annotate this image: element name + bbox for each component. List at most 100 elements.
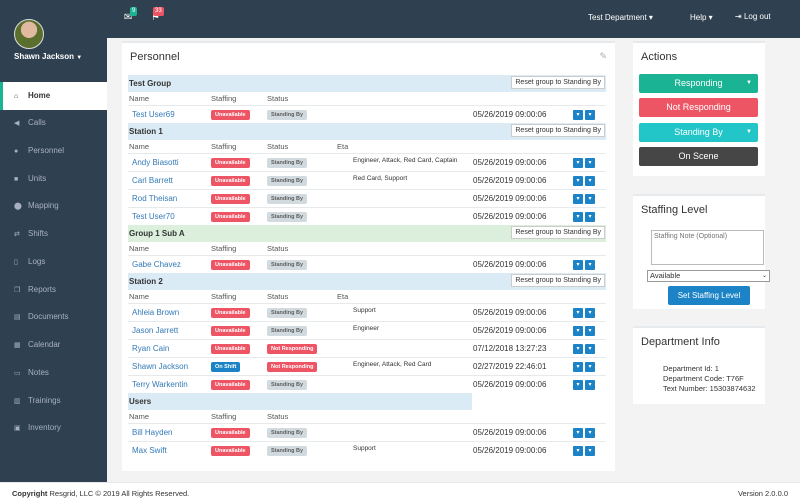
sidebar-item-personnel[interactable]: ● Personnel — [0, 137, 107, 165]
reset-group-button[interactable]: Reset group to Standing By — [511, 124, 605, 137]
staffing-dropdown-button[interactable]: ▾ — [573, 211, 583, 222]
staffing-dropdown-button[interactable]: ▾ — [573, 157, 583, 168]
staffing-dropdown-button[interactable]: ▾ — [573, 361, 583, 372]
standing-by-button[interactable]: Standing By ▼ — [639, 123, 758, 142]
status-time: 07/12/2018 13:27:23 — [473, 343, 547, 353]
sidebar-item-label: Calendar — [28, 340, 61, 349]
person-name-link[interactable]: Jason Jarrett — [132, 326, 178, 335]
sidebar-item-inventory[interactable]: ▣ Inventory — [0, 414, 107, 442]
status-dropdown-button[interactable]: ▾ — [585, 307, 595, 318]
help-menu[interactable]: Help ▾ — [690, 13, 713, 22]
status-dropdown-button[interactable]: ▾ — [585, 325, 595, 336]
column-header-name: Name — [129, 243, 150, 253]
roles-cell — [336, 104, 472, 123]
department-code: Department Code: T76F — [663, 374, 744, 383]
sidebar-item-calendar[interactable]: ▦ Calendar — [0, 331, 107, 359]
reset-group-button[interactable]: Reset group to Standing By — [511, 226, 605, 239]
status-dropdown-button[interactable]: ▾ — [585, 379, 595, 390]
person-name-link[interactable]: Test User69 — [132, 110, 175, 119]
caret-down-icon: ▼ — [746, 80, 752, 86]
group-name: Group 1 Sub A — [129, 229, 185, 238]
reset-group-button[interactable]: Reset group to Standing By — [511, 76, 605, 89]
set-staffing-button[interactable]: Set Staffing Level — [668, 286, 750, 305]
staffing-dropdown-button[interactable]: ▾ — [573, 343, 583, 354]
column-header-staffing: Staffing — [211, 411, 237, 421]
sidebar-item-logs[interactable]: ▯ Logs — [0, 248, 107, 276]
person-name-link[interactable]: Shawn Jackson — [132, 362, 188, 371]
time-cell: 07/12/2018 13:27:23 — [472, 338, 570, 357]
status-dropdown-button[interactable]: ▾ — [585, 343, 595, 354]
sidebar-item-notes[interactable]: ▭ Notes — [0, 359, 107, 387]
person-name-link[interactable]: Ryan Cain — [132, 344, 169, 353]
department-menu[interactable]: Test Department ▾ — [588, 13, 653, 22]
status-dropdown-button[interactable]: ▾ — [585, 427, 595, 438]
status-cell: Standing By — [266, 254, 336, 273]
responding-button[interactable]: Responding ▼ — [639, 74, 758, 93]
person-name-link[interactable]: Terry Warkentin — [132, 380, 188, 389]
staffing-dropdown-button[interactable]: ▾ — [573, 325, 583, 336]
sidebar-item-shifts[interactable]: ⇄ Shifts — [0, 220, 107, 248]
status-dropdown-button[interactable]: ▾ — [585, 259, 595, 270]
staffing-dropdown-button[interactable]: ▾ — [573, 307, 583, 318]
column-header-staffing: Staffing — [211, 291, 237, 301]
person-cell: Rod Theisan — [128, 188, 210, 207]
sidebar-item-home[interactable]: ⌂ Home — [0, 82, 107, 110]
personnel-title: Personnel — [130, 51, 180, 63]
status-dropdown-button[interactable]: ▾ — [585, 211, 595, 222]
department-info-title: Department Info — [641, 336, 720, 348]
status-dropdown-button[interactable]: ▾ — [585, 361, 595, 372]
status-dropdown-button[interactable]: ▾ — [585, 445, 595, 456]
department-text-number: Text Number: 15303874632 — [663, 384, 756, 393]
status-time: 05/26/2019 09:00:06 — [473, 193, 547, 203]
column-header-name: Name — [129, 291, 150, 301]
person-name-link[interactable]: Test User70 — [132, 212, 175, 221]
status-dropdown-button[interactable]: ▾ — [585, 109, 595, 120]
staffing-dropdown-button[interactable]: ▾ — [573, 175, 583, 186]
roles-text: Support — [353, 306, 376, 314]
person-name-link[interactable]: Carl Barrett — [132, 176, 173, 185]
staffing-dropdown-button[interactable]: ▾ — [573, 259, 583, 270]
sidebar-item-units[interactable]: ■ Units — [0, 165, 107, 193]
sidebar-item-documents[interactable]: ▤ Documents — [0, 303, 107, 331]
column-header-staffing: Staffing — [211, 141, 237, 151]
status-badge: Standing By — [267, 259, 308, 270]
user-menu[interactable]: Shawn Jackson ▼ — [14, 52, 82, 61]
actions-cell: ▾ ▾ — [570, 374, 606, 393]
staffing-dropdown-button[interactable]: ▾ — [573, 109, 583, 120]
status-dropdown-button[interactable]: ▾ — [585, 157, 595, 168]
column-header-eta: Eta — [337, 291, 349, 301]
status-badge: Standing By — [267, 211, 308, 222]
reset-group-button[interactable]: Reset group to Standing By — [511, 274, 605, 287]
person-name-link[interactable]: Max Swift — [132, 446, 167, 455]
sidebar-item-reports[interactable]: ❐ Reports — [0, 276, 107, 304]
staffing-note-input[interactable] — [651, 230, 764, 265]
status-cell: Standing By — [266, 440, 336, 459]
staffing-dropdown-button[interactable]: ▾ — [573, 445, 583, 456]
person-name-link[interactable]: Ahleia Brown — [132, 308, 179, 317]
staffing-dropdown-button[interactable]: ▾ — [573, 379, 583, 390]
staffing-dropdown-button[interactable]: ▾ — [573, 427, 583, 438]
status-time: 05/26/2019 09:00:06 — [473, 307, 547, 317]
not-responding-button[interactable]: Not Responding — [639, 98, 758, 117]
roles-cell — [336, 206, 472, 225]
chevron-down-icon: ⌄ — [761, 273, 767, 279]
on-scene-button[interactable]: On Scene — [639, 147, 758, 166]
status-dropdown-button[interactable]: ▾ — [585, 175, 595, 186]
truck-icon: ■ — [14, 176, 19, 183]
caret-down-icon: ▼ — [746, 129, 752, 135]
person-name-link[interactable]: Bill Hayden — [132, 428, 172, 437]
sidebar-item-trainings[interactable]: ▥ Trainings — [0, 387, 107, 415]
responding-label: Responding — [674, 78, 723, 88]
logout-link[interactable]: ⇥ Log out — [735, 12, 771, 21]
status-cell: Not Responding — [266, 356, 336, 375]
person-name-link[interactable]: Gabe Chavez — [132, 260, 181, 269]
sidebar-item-mapping[interactable]: ⬤ Mapping — [0, 192, 107, 220]
staffing-select[interactable]: Available ⌄ — [647, 270, 770, 282]
avatar[interactable] — [14, 19, 44, 49]
wrench-icon[interactable]: ✎ — [599, 51, 607, 62]
sidebar-item-calls[interactable]: ◀ Calls — [0, 109, 107, 137]
staffing-dropdown-button[interactable]: ▾ — [573, 193, 583, 204]
person-name-link[interactable]: Andy Biasotti — [132, 158, 179, 167]
person-name-link[interactable]: Rod Theisan — [132, 194, 177, 203]
status-dropdown-button[interactable]: ▾ — [585, 193, 595, 204]
